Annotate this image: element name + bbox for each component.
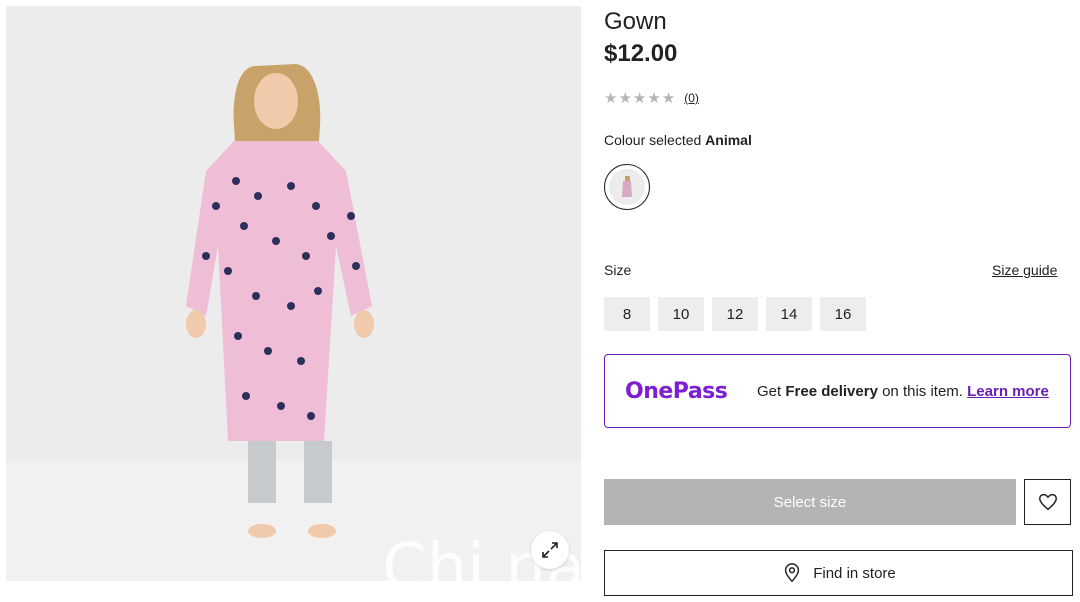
swatch-image <box>622 176 632 197</box>
size-option-14[interactable]: 14 <box>766 297 812 331</box>
size-option-8[interactable]: 8 <box>604 297 650 331</box>
size-label: Size <box>604 262 632 278</box>
size-guide-link[interactable]: Size guide <box>992 262 1057 278</box>
onepass-text-suffix: on this item. <box>882 382 963 400</box>
find-in-store-label: Find in store <box>813 564 896 582</box>
find-in-store-button[interactable]: Find in store <box>604 550 1073 596</box>
size-option-12[interactable]: 12 <box>712 297 758 331</box>
heart-icon <box>1038 493 1057 511</box>
product-price: $12.00 <box>604 40 678 67</box>
product-image[interactable]: Chi na <box>6 6 581 581</box>
product-photo <box>6 6 581 581</box>
colour-label: Colour selected <box>604 132 702 148</box>
colour-value: Animal <box>705 132 752 148</box>
size-option-10[interactable]: 10 <box>658 297 704 331</box>
onepass-logo: OnePass <box>625 378 728 404</box>
onepass-learn-more-link[interactable]: Learn more <box>967 383 1049 400</box>
onepass-text: Get Free delivery on this item. Learn mo… <box>757 383 1057 400</box>
product-title: Gown <box>604 8 667 35</box>
swatch-thumbnail <box>609 169 645 205</box>
select-size-button[interactable]: Select size <box>604 479 1016 525</box>
onepass-text-bold: Free delivery <box>785 382 878 400</box>
colour-selected: Colour selected Animal <box>604 132 752 148</box>
rating-row: ★★★★★ (0) <box>604 89 699 107</box>
rating-stars: ★★★★★ <box>604 90 677 107</box>
location-pin-icon <box>785 563 800 583</box>
onepass-text-prefix: Get <box>757 382 782 400</box>
onepass-banner: OnePass Get Free delivery on this item. … <box>604 354 1071 428</box>
expand-icon <box>542 542 558 558</box>
colour-swatch[interactable] <box>604 164 650 210</box>
review-count-link[interactable]: (0) <box>684 91 699 105</box>
expand-image-button[interactable] <box>531 531 569 569</box>
size-options: 8 10 12 14 16 <box>604 297 866 331</box>
size-option-16[interactable]: 16 <box>820 297 866 331</box>
wishlist-button[interactable] <box>1024 479 1071 525</box>
